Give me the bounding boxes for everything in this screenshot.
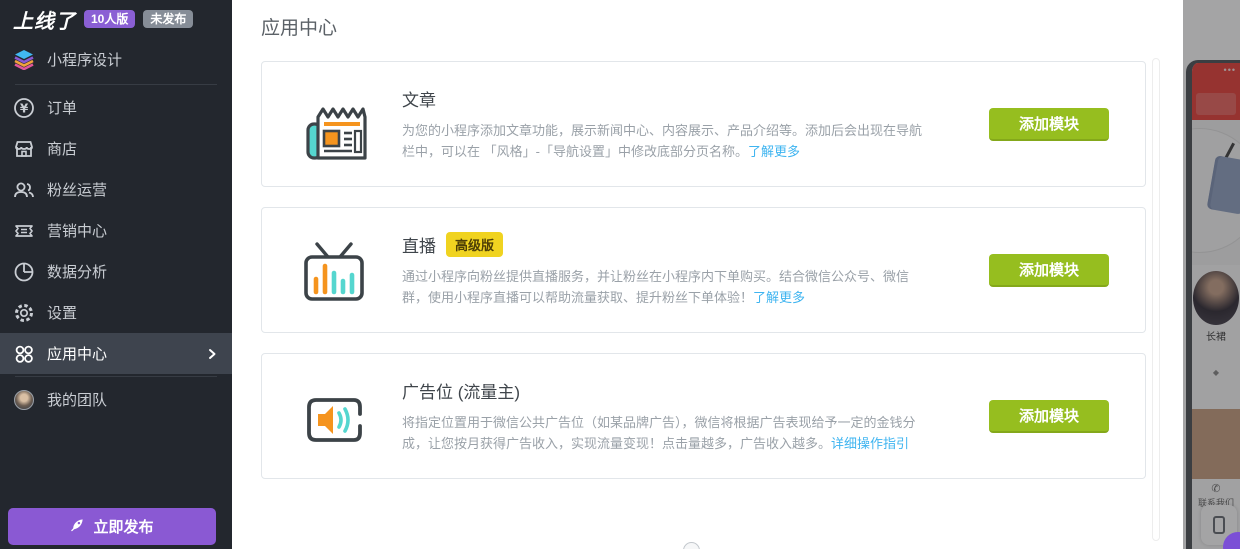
- gear-icon: [13, 302, 35, 324]
- page-title: 应用中心: [261, 13, 1146, 40]
- ticket-icon: [13, 220, 35, 242]
- pie-chart-icon: [13, 261, 35, 283]
- card-body: 直播 高级版 通过小程序向粉丝提供直播服务，并让粉丝在小程序内下单购买。结合微信…: [402, 232, 934, 308]
- sidebar-item-label: 应用中心: [47, 343, 107, 364]
- newspaper-icon: [294, 84, 374, 164]
- hidden-widget-peek: [683, 542, 700, 549]
- sidebar-divider: [15, 84, 217, 85]
- sidebar-item-label: 我的团队: [47, 389, 107, 410]
- ad-speaker-icon: [294, 376, 374, 456]
- detail-guide-link[interactable]: 详细操作指引: [831, 436, 909, 451]
- add-module-button[interactable]: 添加模块: [989, 400, 1109, 433]
- add-module-button[interactable]: 添加模块: [989, 108, 1109, 141]
- grid-icon: [13, 343, 35, 365]
- sidebar-item-label: 小程序设计: [47, 49, 122, 70]
- sidebar-item-label: 设置: [47, 302, 77, 323]
- sidebar-item-label: 订单: [47, 97, 77, 118]
- live-tv-icon: [294, 230, 374, 310]
- sidebar-item-shop[interactable]: 商店: [0, 128, 232, 169]
- yen-circle-icon: ¥: [13, 97, 35, 119]
- sidebar-divider: [15, 376, 217, 377]
- card-title: 广告位 (流量主): [402, 378, 520, 403]
- sidebar-item-analytics[interactable]: 数据分析: [0, 251, 232, 292]
- learn-more-link[interactable]: 了解更多: [748, 144, 800, 159]
- sidebar-item-settings[interactable]: 设置: [0, 292, 232, 333]
- sidebar-item-app-center[interactable]: 应用中心: [0, 333, 232, 374]
- main-content: 应用中心 文章 为您的小程序添加文章功能，展示新闻中心、内容展示、产品介绍等。添…: [232, 0, 1183, 549]
- svg-text:¥: ¥: [20, 101, 29, 115]
- phone-preview-panel: ••• 长裙 ◆ ✆ 联系我们: [1183, 0, 1240, 549]
- app-card-article: 文章 为您的小程序添加文章功能，展示新闻中心、内容展示、产品介绍等。添加后会出现…: [261, 61, 1146, 187]
- sidebar-item-label: 数据分析: [47, 261, 107, 282]
- team-avatar: [13, 389, 35, 411]
- card-body: 广告位 (流量主) 将指定位置用于微信公共广告位（如某品牌广告），微信将根据广告…: [402, 378, 934, 454]
- card-title: 直播: [402, 232, 436, 257]
- sidebar-item-marketing[interactable]: 营销中心: [0, 210, 232, 251]
- card-description: 通过小程序向粉丝提供直播服务，并让粉丝在小程序内下单购买。结合微信公众号、微信群…: [402, 266, 934, 308]
- publish-label: 立即发布: [93, 516, 153, 537]
- card-description: 将指定位置用于微信公共广告位（如某品牌广告），微信将根据广告表现给予一定的金钱分…: [402, 412, 934, 454]
- card-desc-text: 为您的小程序添加文章功能，展示新闻中心、内容展示、产品介绍等。添加后会出现在导航…: [402, 123, 922, 159]
- premium-badge: 高级版: [446, 232, 503, 257]
- status-badge: 未发布: [143, 10, 193, 28]
- dim-overlay: [1183, 0, 1240, 549]
- version-badge: 10人版: [84, 10, 135, 28]
- sidebar-item-label: 商店: [47, 138, 77, 159]
- sidebar-item-label: 粉丝运营: [47, 179, 107, 200]
- layers-icon: [13, 48, 35, 70]
- storefront-icon: [13, 138, 35, 160]
- logo-row: 上线了 10人版 未发布: [0, 0, 232, 36]
- learn-more-link[interactable]: 了解更多: [753, 290, 805, 305]
- add-module-button[interactable]: 添加模块: [989, 254, 1109, 287]
- rocket-icon: [70, 517, 85, 536]
- sidebar-item-orders[interactable]: ¥ 订单: [0, 87, 232, 128]
- sidebar-item-team[interactable]: 我的团队: [0, 379, 232, 420]
- people-icon: [13, 179, 35, 201]
- app-card-ad: 广告位 (流量主) 将指定位置用于微信公共广告位（如某品牌广告），微信将根据广告…: [261, 353, 1146, 479]
- scrollbar-track[interactable]: [1152, 58, 1160, 541]
- sidebar: 上线了 10人版 未发布 小程序设计 ¥ 订单: [0, 0, 232, 549]
- card-body: 文章 为您的小程序添加文章功能，展示新闻中心、内容展示、产品介绍等。添加后会出现…: [402, 86, 934, 162]
- card-description: 为您的小程序添加文章功能，展示新闻中心、内容展示、产品介绍等。添加后会出现在导航…: [402, 120, 934, 162]
- chevron-right-icon: [206, 348, 218, 360]
- sidebar-item-label: 营销中心: [47, 220, 107, 241]
- card-title: 文章: [402, 86, 436, 111]
- sidebar-item-fans[interactable]: 粉丝运营: [0, 169, 232, 210]
- app-logo: 上线了: [13, 5, 76, 34]
- card-desc-text: 通过小程序向粉丝提供直播服务，并让粉丝在小程序内下单购买。结合微信公众号、微信群…: [402, 269, 909, 305]
- sidebar-item-design[interactable]: 小程序设计: [0, 36, 232, 82]
- app-card-live: 直播 高级版 通过小程序向粉丝提供直播服务，并让粉丝在小程序内下单购买。结合微信…: [261, 207, 1146, 333]
- publish-now-button[interactable]: 立即发布: [8, 508, 216, 545]
